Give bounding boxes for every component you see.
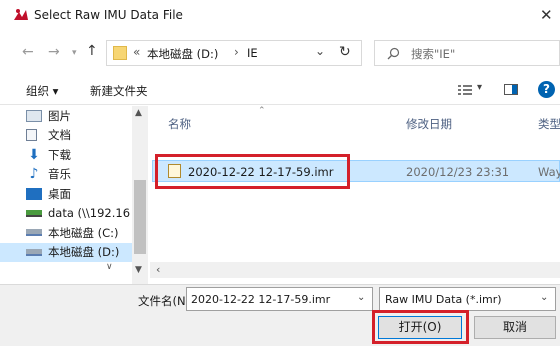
- scroll-left-icon[interactable]: ‹: [156, 263, 160, 276]
- file-type: Way: [538, 165, 560, 179]
- filename-value: 2020-12-22 12-17-59.imr: [191, 293, 331, 306]
- sidebar-item-label: 本地磁盘 (C:): [48, 225, 119, 240]
- open-highlight-box: [372, 310, 469, 344]
- sidebar-item-drive-c[interactable]: 本地磁盘 (C:): [0, 223, 148, 243]
- filename-input[interactable]: 2020-12-22 12-17-59.imr ⌄: [186, 287, 373, 311]
- column-header-name[interactable]: 名称: [168, 116, 191, 132]
- organize-button[interactable]: 组织 ▾: [26, 83, 58, 99]
- sidebar-item-network-drive[interactable]: data (\\192.16: [0, 204, 148, 224]
- navigation-pane: 图片 文档 ⬇ 下载 ♪ 音乐 桌面 data (\\192.16 本地磁盘 (…: [0, 106, 148, 284]
- toolbar: 组织 ▾ 新建文件夹 ▾ ?: [0, 76, 560, 104]
- help-icon[interactable]: ?: [538, 81, 555, 98]
- sidebar-item-drive-d[interactable]: 本地磁盘 (D:): [0, 242, 148, 262]
- scroll-down-icon[interactable]: ▼: [135, 265, 142, 275]
- music-icon: ♪: [29, 166, 39, 183]
- window-title: Select Raw IMU Data File: [34, 8, 183, 22]
- back-arrow-icon[interactable]: ←: [22, 44, 34, 60]
- column-header-type[interactable]: 类型: [538, 116, 560, 132]
- column-header-modified[interactable]: 修改日期: [406, 116, 452, 132]
- sidebar-item-label: 本地磁盘 (D:): [48, 245, 120, 260]
- file-highlight-box: [155, 154, 350, 189]
- sidebar-item-pictures[interactable]: 图片: [0, 106, 148, 126]
- breadcrumb-folder[interactable]: IE: [247, 46, 258, 60]
- breadcrumb-drive[interactable]: 本地磁盘 (D:): [147, 46, 218, 62]
- sidebar-item-music[interactable]: ♪ 音乐: [0, 165, 148, 185]
- preview-pane-icon[interactable]: [504, 84, 518, 95]
- pictures-icon: [26, 109, 42, 122]
- sidebar-item-desktop[interactable]: 桌面: [0, 184, 148, 204]
- scroll-up-icon[interactable]: ▲: [135, 108, 142, 118]
- file-type-value: Raw IMU Data (*.imr): [385, 293, 502, 306]
- file-type-select[interactable]: Raw IMU Data (*.imr) ⌄: [379, 287, 556, 311]
- address-dropdown-icon[interactable]: ⌄: [315, 44, 325, 58]
- file-modified: 2020/12/23 23:31: [406, 165, 510, 179]
- navigation-scrollbar-thumb[interactable]: [134, 180, 146, 254]
- sidebar-item-label: 图片: [48, 108, 71, 123]
- close-icon[interactable]: ✕: [540, 6, 553, 24]
- desktop-icon: [26, 187, 42, 200]
- app-icon: [14, 9, 28, 20]
- refresh-icon[interactable]: ↻: [339, 44, 351, 60]
- forward-arrow-icon[interactable]: →: [48, 44, 60, 60]
- view-options-icon[interactable]: [458, 84, 472, 96]
- sidebar-item-label: 文档: [48, 128, 71, 143]
- sidebar-item-label: data (\\192.16: [48, 206, 131, 221]
- breadcrumb-overflow[interactable]: «: [133, 45, 140, 59]
- sidebar-item-downloads[interactable]: ⬇ 下载: [0, 145, 148, 165]
- sort-up-icon: ⌃: [258, 106, 266, 116]
- sidebar-item-documents[interactable]: 文档: [0, 126, 148, 146]
- view-dropdown-icon[interactable]: ▾: [477, 82, 482, 93]
- search-placeholder: 搜索"IE": [411, 47, 456, 61]
- folder-icon: [113, 46, 127, 60]
- filename-dropdown-icon[interactable]: ⌄: [357, 292, 365, 303]
- file-list-scrollbar[interactable]: ‹: [150, 262, 560, 278]
- toolbar-divider: [0, 104, 560, 105]
- sidebar-item-label: 下载: [48, 147, 71, 162]
- drive-icon: [26, 248, 42, 256]
- download-icon: ⬇: [28, 146, 40, 163]
- cancel-button[interactable]: 取消: [474, 316, 556, 339]
- drive-icon: [26, 229, 42, 237]
- nav-pane-chevron-icon[interactable]: ∨: [106, 262, 113, 272]
- up-arrow-icon[interactable]: ↑: [86, 43, 98, 59]
- new-folder-button[interactable]: 新建文件夹: [90, 83, 148, 99]
- sidebar-item-label: 音乐: [48, 167, 71, 182]
- search-icon: [387, 47, 400, 60]
- search-box[interactable]: 搜索"IE": [374, 40, 560, 66]
- breadcrumb-separator: ›: [234, 45, 239, 59]
- title-bar: Select Raw IMU Data File ✕: [0, 0, 560, 30]
- address-bar[interactable]: « 本地磁盘 (D:) › IE ⌄ ↻: [106, 40, 362, 66]
- file-type-dropdown-icon[interactable]: ⌄: [540, 292, 548, 303]
- sidebar-item-label: 桌面: [48, 186, 71, 201]
- recent-dropdown-icon[interactable]: ▾: [72, 48, 77, 58]
- documents-icon: [26, 129, 37, 142]
- network-drive-icon: [26, 209, 42, 217]
